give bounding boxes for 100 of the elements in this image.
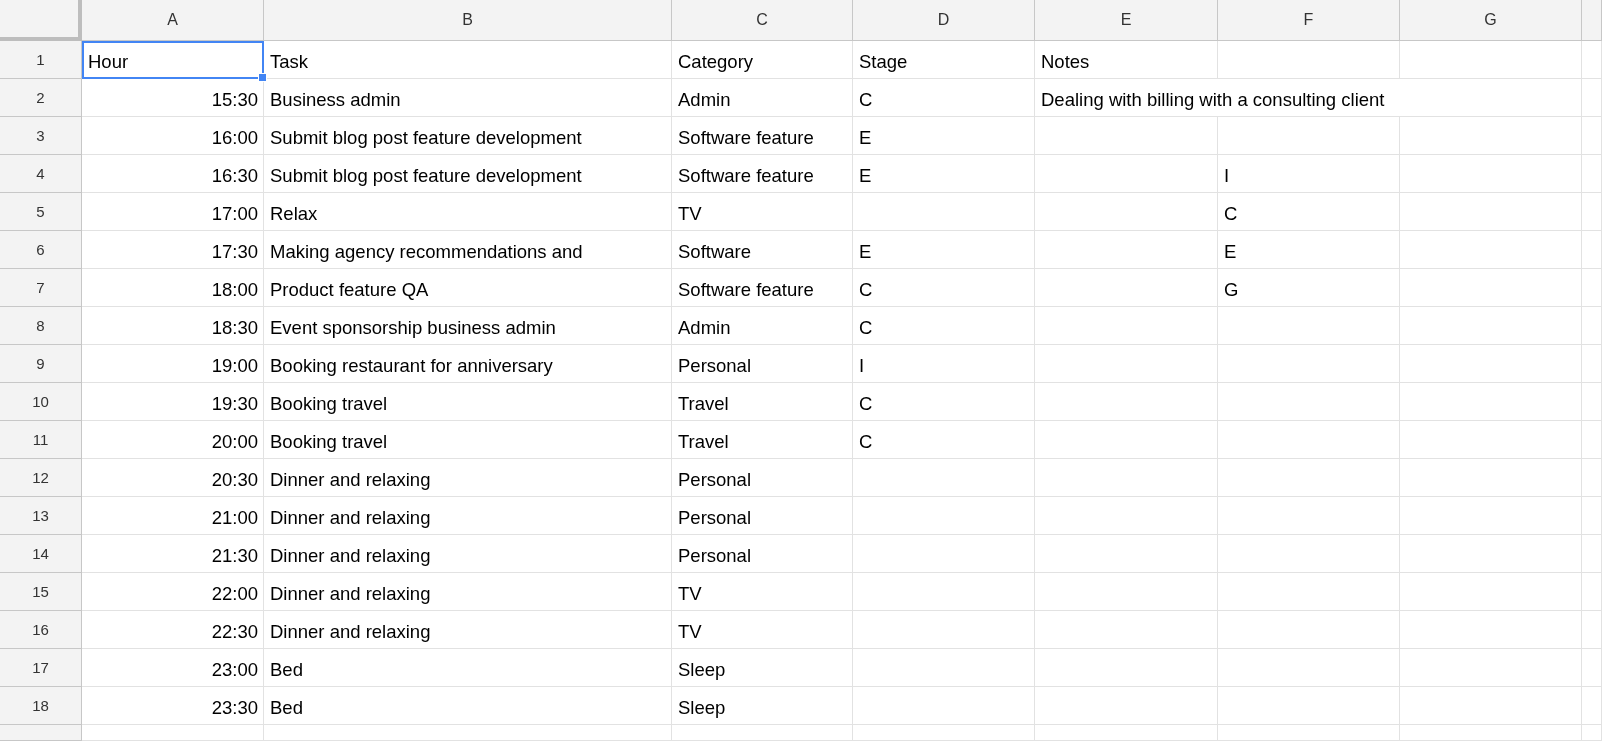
table-cell: TV (672, 193, 853, 231)
column-header[interactable]: B (264, 0, 672, 41)
table-cell: 18:30 (82, 307, 264, 345)
empty-cell (1582, 79, 1602, 117)
column-header[interactable]: G (1400, 0, 1582, 41)
table-cell: TV (672, 573, 853, 611)
row-header[interactable]: 8 (0, 307, 82, 345)
table-cell: Software feature (672, 155, 853, 193)
row-header[interactable]: 13 (0, 497, 82, 535)
fill-handle[interactable] (258, 73, 267, 82)
empty-cell (1582, 193, 1602, 231)
table-cell: Software feature (672, 117, 853, 155)
row-header[interactable]: 16 (0, 611, 82, 649)
column-header[interactable]: C (672, 0, 853, 41)
table-cell: Event sponsorship business admin (264, 307, 672, 345)
table-cell: Personal (672, 345, 853, 383)
table-cell: Category (672, 41, 853, 79)
table-cell: Hour (82, 41, 264, 79)
table-cell: Dinner and relaxing (264, 497, 672, 535)
table-cell: Bed (264, 649, 672, 687)
table-cell: C (853, 79, 1035, 117)
row-header[interactable]: 3 (0, 117, 82, 155)
row-header[interactable]: 1 (0, 41, 82, 79)
empty-cell (1582, 573, 1602, 611)
table-cell: Dinner and relaxing (264, 459, 672, 497)
table-cell: 18:00 (82, 269, 264, 307)
table-cell: Notes (1035, 41, 1218, 79)
table-cell: E (1218, 231, 1400, 269)
column-header[interactable]: E (1035, 0, 1218, 41)
table-cell: Software feature (672, 269, 853, 307)
row-header[interactable]: 10 (0, 383, 82, 421)
table-cell: Travel (672, 383, 853, 421)
row-header[interactable]: 11 (0, 421, 82, 459)
table-cell: Admin (672, 307, 853, 345)
table-cell: C (853, 421, 1035, 459)
table-cell: Personal (672, 497, 853, 535)
empty-cell (1582, 611, 1602, 649)
empty-cell (1582, 497, 1602, 535)
column-header[interactable]: D (853, 0, 1035, 41)
column-header[interactable]: F (1218, 0, 1400, 41)
table-cell: Stage (853, 41, 1035, 79)
empty-cell (1582, 117, 1602, 155)
table-cell: Business admin (264, 79, 672, 117)
table-cell: 16:30 (82, 155, 264, 193)
table-cell: 17:30 (82, 231, 264, 269)
row-header[interactable]: 9 (0, 345, 82, 383)
table-cell: Dealing with billing with a consulting client (1035, 79, 1582, 117)
table-cell: 15:30 (82, 79, 264, 117)
table-cell: C (853, 383, 1035, 421)
table-cell: 17:00 (82, 193, 264, 231)
empty-cell (1582, 459, 1602, 497)
row-header[interactable]: 14 (0, 535, 82, 573)
table-cell: 16:00 (82, 117, 264, 155)
table-cell: Travel (672, 421, 853, 459)
row-header[interactable]: 18 (0, 687, 82, 725)
row-header[interactable]: 4 (0, 155, 82, 193)
table-cell: E (853, 155, 1035, 193)
table-cell: 23:30 (82, 687, 264, 725)
table-cell: Submit blog post feature development (264, 117, 672, 155)
table-cell: Product feature QA (264, 269, 672, 307)
row-header[interactable]: 6 (0, 231, 82, 269)
table-cell: Admin (672, 79, 853, 117)
table-cell: G (1218, 269, 1400, 307)
row-header[interactable]: 17 (0, 649, 82, 687)
empty-cell (1582, 345, 1602, 383)
row-header[interactable]: 15 (0, 573, 82, 611)
table-cell: 23:00 (82, 649, 264, 687)
table-cell: C (853, 269, 1035, 307)
empty-cell (1582, 269, 1602, 307)
table-cell: Dinner and relaxing (264, 573, 672, 611)
empty-cell (1582, 535, 1602, 573)
empty-cell (1582, 725, 1602, 741)
table-cell: 21:00 (82, 497, 264, 535)
table-cell: Making agency recommendations and (264, 231, 672, 269)
column-header[interactable] (1582, 0, 1602, 41)
table-cell: Personal (672, 535, 853, 573)
empty-cell (1582, 687, 1602, 725)
select-all-corner[interactable] (0, 0, 82, 41)
table-cell: Task (264, 41, 672, 79)
table-cell: E (853, 117, 1035, 155)
row-header[interactable]: 5 (0, 193, 82, 231)
column-header[interactable]: A (82, 0, 264, 41)
table-cell: TV (672, 611, 853, 649)
row-header[interactable]: 7 (0, 269, 82, 307)
row-header[interactable] (0, 725, 82, 741)
table-cell: Bed (264, 687, 672, 725)
row-header[interactable]: 12 (0, 459, 82, 497)
empty-cell (1582, 307, 1602, 345)
table-cell: Dinner and relaxing (264, 535, 672, 573)
table-cell: 21:30 (82, 535, 264, 573)
table-cell: Sleep (672, 687, 853, 725)
row-header[interactable]: 2 (0, 79, 82, 117)
table-cell: 19:30 (82, 383, 264, 421)
table-cell: Sleep (672, 649, 853, 687)
table-cell: Software (672, 231, 853, 269)
table-cell: C (1218, 193, 1400, 231)
empty-cell (1582, 649, 1602, 687)
table-cell: E (853, 231, 1035, 269)
table-cell: Personal (672, 459, 853, 497)
table-cell: Booking travel (264, 383, 672, 421)
